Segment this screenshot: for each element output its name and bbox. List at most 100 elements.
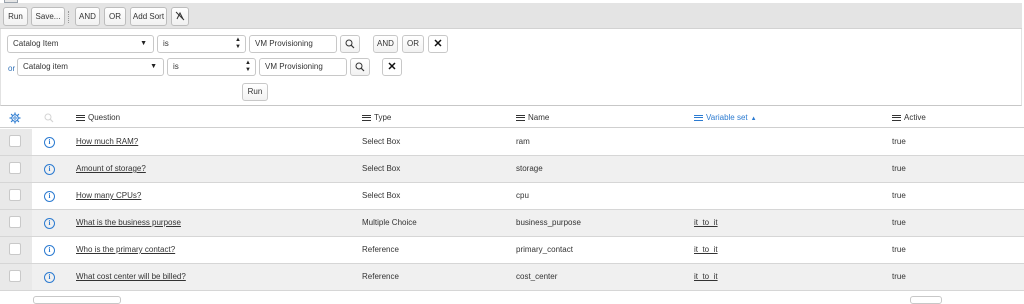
column-header-label: Name [528, 113, 550, 122]
filter-or-button[interactable]: OR [402, 35, 424, 53]
question-link[interactable]: How much RAM? [76, 129, 138, 155]
run-button[interactable]: Run [3, 7, 28, 26]
and-button[interactable]: AND [75, 7, 100, 26]
footer-control-right[interactable] [910, 296, 942, 304]
row-select-cell [0, 237, 32, 263]
dropdown-arrow-icon: ▼ [150, 63, 157, 70]
info-icon[interactable]: i [44, 245, 55, 256]
row-select-cell [0, 183, 32, 209]
type-cell: Select Box [362, 191, 401, 200]
filter-value-input-1[interactable]: VM Provisioning [249, 35, 337, 53]
table-row[interactable]: i What cost center will be billed? Referen… [0, 264, 1024, 291]
type-cell: Select Box [362, 137, 401, 146]
type-cell: Reference [362, 272, 399, 281]
row-select-cell [0, 156, 32, 182]
clear-sort-button[interactable] [171, 7, 189, 26]
row-checkbox[interactable] [9, 243, 21, 255]
filter-panel: Catalog Item ▼ is ▲ ▼ VM Provisioning AND… [0, 29, 1022, 106]
hamburger-icon[interactable] [892, 113, 901, 122]
row-checkbox[interactable] [9, 270, 21, 282]
or-button[interactable]: OR [104, 7, 126, 26]
row-checkbox[interactable] [9, 216, 21, 228]
column-header-question[interactable]: Question [76, 108, 120, 128]
row-checkbox[interactable] [9, 162, 21, 174]
column-header-type[interactable]: Type [362, 108, 391, 128]
filter-field-select-2[interactable]: Catalog item ▼ [17, 58, 164, 76]
column-header-active[interactable]: Active [892, 108, 926, 128]
close-icon: ✕ [387, 61, 397, 73]
table-header: Question Type Name Variable set ▲ Active [0, 108, 1024, 128]
gear-icon[interactable] [9, 112, 21, 124]
remove-condition-button-1[interactable]: ✕ [428, 35, 448, 53]
save-button[interactable]: Save... [31, 7, 65, 26]
toolbar-divider [68, 11, 69, 23]
table-row[interactable]: i What is the business purpose Multiple Ch… [0, 210, 1024, 237]
name-cell: cost_center [516, 272, 558, 281]
table-row[interactable]: i How many CPUs? Select Box cpu true [0, 183, 1024, 210]
column-header-label: Type [374, 113, 392, 122]
footer-control[interactable] [33, 296, 121, 304]
magnifier-icon [345, 39, 355, 49]
type-cell: Select Box [362, 164, 401, 173]
variable-set-link[interactable]: it_to_it [694, 210, 718, 236]
filter-field-select-1[interactable]: Catalog Item ▼ [7, 35, 154, 53]
hamburger-icon[interactable] [516, 113, 525, 122]
info-icon[interactable]: i [44, 218, 55, 229]
active-cell: true [892, 137, 906, 146]
column-header-label: Question [88, 113, 121, 122]
filter-value-input-2[interactable]: VM Provisioning [259, 58, 347, 76]
info-icon[interactable]: i [44, 164, 55, 175]
filter-field-value: Catalog item [23, 62, 68, 71]
lookup-button-1[interactable] [340, 35, 360, 53]
remove-condition-button-2[interactable]: ✕ [382, 58, 402, 76]
name-cell: cpu [516, 191, 529, 200]
row-checkbox[interactable] [9, 189, 21, 201]
active-cell: true [892, 191, 906, 200]
magnifier-icon [355, 62, 365, 72]
variable-set-link[interactable]: it_to_it [694, 264, 718, 290]
lookup-button-2[interactable] [350, 58, 370, 76]
column-header-label: Active [904, 113, 926, 122]
row-select-cell [0, 264, 32, 290]
active-cell: true [892, 218, 906, 227]
info-icon[interactable]: i [44, 272, 55, 283]
row-checkbox[interactable] [9, 135, 21, 147]
question-link[interactable]: Who is the primary contact? [76, 237, 175, 263]
close-icon: ✕ [433, 38, 443, 50]
table-row[interactable]: i Amount of storage? Select Box storage true [0, 156, 1024, 183]
variable-set-link[interactable]: it_to_it [694, 237, 718, 263]
updown-arrows-icon: ▲ ▼ [235, 37, 241, 50]
hamburger-icon[interactable] [362, 113, 371, 122]
filter-run-button[interactable]: Run [242, 83, 268, 101]
table-row[interactable]: i Who is the primary contact? Reference pri… [0, 237, 1024, 264]
filter-value-text: VM Provisioning [265, 62, 323, 71]
or-condition-label: or [8, 64, 16, 73]
hamburger-icon[interactable] [694, 113, 703, 122]
clear-sort-icon [175, 11, 185, 21]
filter-and-button[interactable]: AND [373, 35, 398, 53]
search-column-icon[interactable] [44, 113, 54, 123]
question-link[interactable]: What cost center will be billed? [76, 264, 186, 290]
hamburger-icon[interactable] [76, 113, 85, 122]
add-sort-button[interactable]: Add Sort [130, 7, 167, 26]
table-row[interactable]: i How much RAM? Select Box ram true [0, 129, 1024, 156]
column-header-variable-set[interactable]: Variable set ▲ [694, 108, 757, 128]
name-cell: storage [516, 164, 543, 173]
type-cell: Multiple Choice [362, 218, 417, 227]
name-cell: ram [516, 137, 530, 146]
info-icon[interactable]: i [44, 191, 55, 202]
filter-toolbar: Run Save... AND OR Add Sort [0, 3, 1022, 29]
filter-operator-select-2[interactable]: is ▲ ▼ [167, 58, 256, 76]
updown-arrows-icon: ▲ ▼ [245, 60, 251, 73]
info-icon[interactable]: i [44, 137, 55, 148]
filter-operator-select-1[interactable]: is ▲ ▼ [157, 35, 246, 53]
active-cell: true [892, 245, 906, 254]
question-link[interactable]: Amount of storage? [76, 156, 146, 182]
question-link[interactable]: How many CPUs? [76, 183, 141, 209]
column-header-name[interactable]: Name [516, 108, 549, 128]
row-select-cell [0, 210, 32, 236]
filter-field-value: Catalog Item [13, 39, 59, 48]
active-cell: true [892, 272, 906, 281]
filter-value-text: VM Provisioning [255, 39, 313, 48]
question-link[interactable]: What is the business purpose [76, 210, 181, 236]
